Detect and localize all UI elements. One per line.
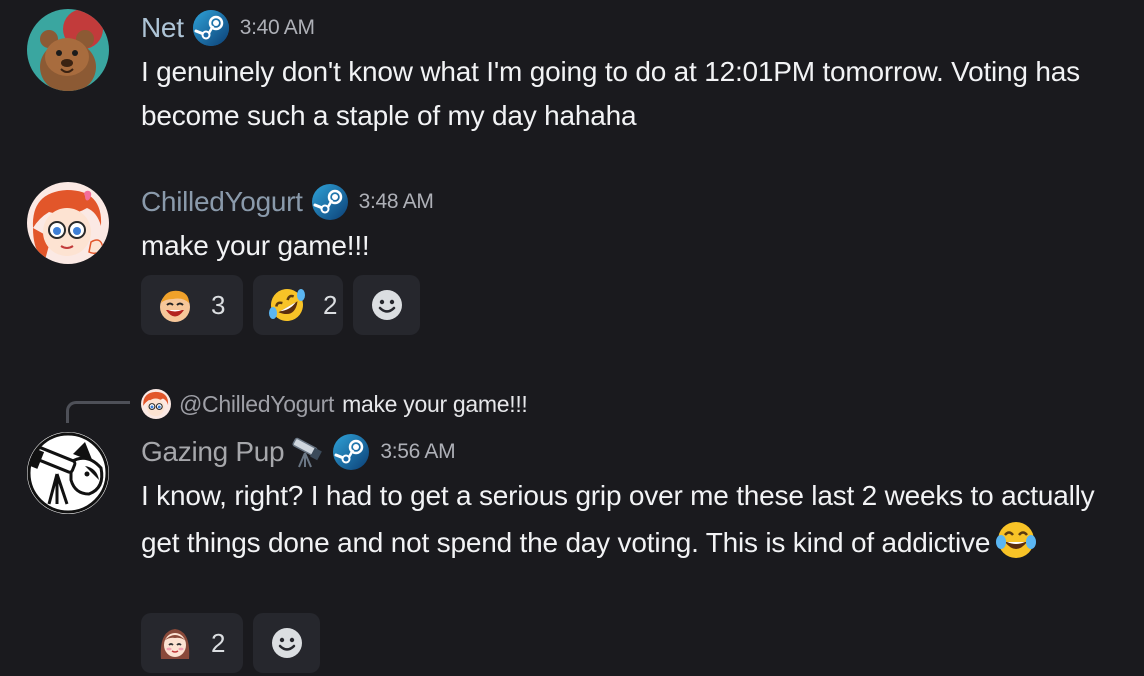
message-text-body: I know, right? I had to get a serious gr…	[141, 480, 1095, 558]
avatar[interactable]	[27, 432, 109, 514]
timestamp: 3:56 AM	[380, 440, 456, 463]
timestamp: 3:48 AM	[358, 190, 434, 213]
anime-girl-emoji-icon	[155, 623, 195, 663]
reaction-count: 3	[211, 289, 226, 320]
laughing-kid-emoji-icon	[155, 285, 195, 325]
reaction-rofl[interactable]: 2	[253, 275, 343, 335]
reply-preview[interactable]: @ChilledYogurt make your game!!!	[141, 387, 528, 421]
rolling-on-floor-laughing-emoji-icon	[267, 285, 307, 325]
username[interactable]: ChilledYogurt	[141, 186, 303, 218]
reaction-anime-girl[interactable]: 2	[141, 613, 243, 673]
reaction-laughing-kid[interactable]: 3	[141, 275, 243, 335]
steam-icon[interactable]	[311, 183, 349, 221]
message-text: I know, right? I had to get a serious gr…	[141, 474, 1131, 565]
reaction-bar: 3 2	[141, 275, 420, 335]
add-reaction-button[interactable]	[353, 275, 420, 335]
message-text: I genuinely don't know what I'm going to…	[141, 56, 1080, 131]
add-reaction-smiley-icon	[270, 626, 304, 660]
orange-hair-girl-avatar-icon	[27, 182, 109, 264]
add-reaction-smiley-icon	[370, 288, 404, 322]
reply-text[interactable]: make your game!!!	[342, 391, 528, 418]
face-with-tears-of-joy-emoji-icon	[994, 518, 1038, 562]
steam-icon[interactable]	[332, 433, 370, 471]
reaction-count: 2	[323, 289, 338, 320]
bear-avatar-icon	[27, 9, 109, 91]
reaction-count: 2	[211, 627, 226, 658]
dog-telescope-avatar-icon	[27, 432, 109, 514]
chat-message-list: Net 3:40 AM I genuinely don't know what …	[0, 0, 1144, 676]
reply-avatar	[141, 389, 171, 419]
telescope-emoji-icon	[290, 435, 324, 469]
steam-icon[interactable]	[192, 9, 230, 47]
avatar[interactable]	[27, 182, 109, 264]
timestamp: 3:40 AM	[239, 16, 315, 39]
reaction-bar: 2	[141, 613, 320, 673]
add-reaction-button[interactable]	[253, 613, 320, 673]
avatar[interactable]	[27, 9, 109, 91]
username[interactable]: Net	[141, 12, 184, 44]
message-text: make your game!!!	[141, 230, 370, 261]
reply-connector	[66, 401, 130, 423]
username[interactable]: Gazing Pup	[141, 436, 285, 468]
reply-mention[interactable]: @ChilledYogurt	[179, 391, 334, 418]
